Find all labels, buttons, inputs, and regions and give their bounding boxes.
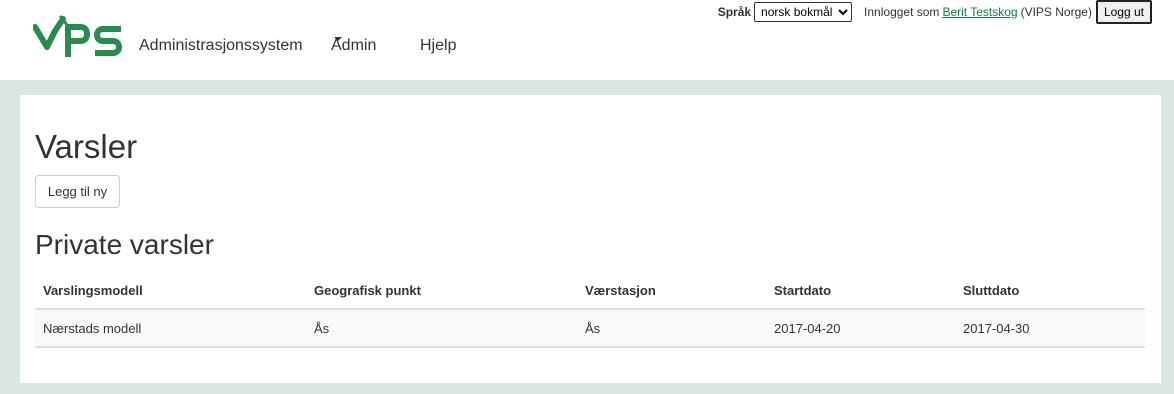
column-header[interactable]: Værstasjon xyxy=(577,272,766,310)
user-org: (VIPS Norge) xyxy=(1020,5,1092,19)
table-cell: 2017-04-20 xyxy=(766,309,955,348)
table-header-row: Varslingsmodell Geografisk punkt Værstas… xyxy=(35,272,1145,310)
warnings-table: Varslingsmodell Geografisk punkt Værstas… xyxy=(35,272,1145,348)
nav-help-link[interactable]: Hjelp xyxy=(420,37,456,55)
language-select[interactable]: norsk bokmål xyxy=(754,2,853,22)
header: Administrasjonssystem Admin Hjelp Språk … xyxy=(0,0,1174,80)
nav-brand-link[interactable]: Administrasjonssystem xyxy=(139,37,303,55)
caret-down-icon xyxy=(334,37,342,41)
table-row[interactable]: Nærstads modell Ås Ås 2017-04-20 2017-04… xyxy=(35,309,1145,348)
table-cell: Ås xyxy=(306,309,577,348)
add-new-button[interactable]: Legg til ny xyxy=(35,175,120,208)
section-title-private: Private varsler xyxy=(35,229,214,260)
logout-button[interactable]: Logg ut xyxy=(1095,0,1152,24)
language-label: Språk xyxy=(717,5,752,19)
column-header[interactable]: Startdato xyxy=(766,272,955,310)
user-profile-link[interactable]: Berit Testskog xyxy=(942,5,1017,19)
table-cell: 2017-04-30 xyxy=(955,309,1145,348)
page-title: Varsler xyxy=(35,128,138,165)
table-cell: Ås xyxy=(577,309,766,348)
column-header[interactable]: Sluttdato xyxy=(955,272,1145,310)
table-cell: Nærstads modell xyxy=(35,309,306,348)
column-header[interactable]: Geografisk punkt xyxy=(306,272,577,310)
column-header[interactable]: Varslingsmodell xyxy=(35,272,306,310)
vips-logo[interactable] xyxy=(33,13,125,63)
user-bar: Språk norsk bokmål Innlogget som Berit T… xyxy=(718,0,1152,24)
logged-in-prefix: Innlogget som xyxy=(864,5,940,19)
